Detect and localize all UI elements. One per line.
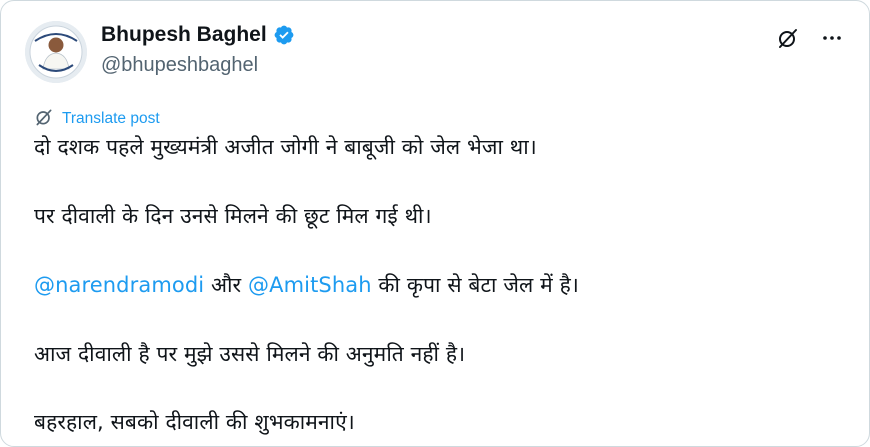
post-text-line: दो दशक पहले मुख्यमंत्री अजीत जोगी ने बाब… xyxy=(34,135,537,159)
avatar-image xyxy=(25,21,87,83)
post-text-line: बहरहाल, सबको दीवाली की शुभकामनाएं। xyxy=(34,410,355,434)
post-text-segment: और xyxy=(204,273,249,297)
tweet-card: Bhupesh Baghel @bhupeshbaghel Translate … xyxy=(0,0,870,447)
mention-narendramodi-link[interactable]: @narendramodi xyxy=(34,273,204,297)
grok-icon[interactable] xyxy=(775,25,801,51)
post-text-line: @narendramodi और @AmitShah की कृपा से बे… xyxy=(34,271,579,299)
translate-post-label: Translate post xyxy=(62,110,160,127)
post-actions xyxy=(775,25,845,51)
author-display-name[interactable]: Bhupesh Baghel xyxy=(101,23,267,47)
post-text-line: पर दीवाली के दिन उनसे मिलने की छूट मिल ग… xyxy=(34,204,432,228)
translate-icon xyxy=(34,107,54,131)
profile-avatar[interactable] xyxy=(25,21,87,83)
mention-amitshah-link[interactable]: @AmitShah xyxy=(248,273,372,297)
more-options-icon[interactable] xyxy=(819,25,845,51)
author-info: Bhupesh Baghel @bhupeshbaghel xyxy=(101,23,295,77)
translate-post-link[interactable]: Translate post xyxy=(34,107,160,131)
post-text-line: आज दीवाली है पर मुझे उससे मिलने की अनुमत… xyxy=(34,342,466,366)
post-text-segment: की कृपा से बेटा जेल में है। xyxy=(371,273,579,297)
verified-badge-icon xyxy=(273,24,295,46)
author-handle[interactable]: @bhupeshbaghel xyxy=(101,54,295,77)
